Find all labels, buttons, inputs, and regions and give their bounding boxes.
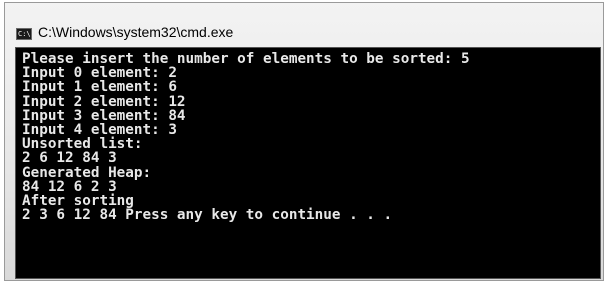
console-line: After sorting (22, 192, 134, 209)
window-title: C:\Windows\system32\cmd.exe (38, 24, 234, 40)
title-bar[interactable]: C:\ C:\Windows\system32\cmd.exe (5, 3, 603, 47)
cmd-icon[interactable]: C:\ (16, 28, 32, 40)
console-line: Input 2 element: 12 (22, 93, 186, 110)
console-line: 84 12 6 2 3 (22, 178, 117, 195)
cmd-window: C:\ C:\Windows\system32\cmd.exe Please i… (4, 2, 604, 281)
console-line: 2 6 12 84 3 (22, 150, 117, 167)
console-line: 2 3 6 12 84 Press any key to continue . … (22, 207, 393, 224)
console-line: Input 1 element: 6 (22, 79, 177, 96)
console-line: Please insert the number of elements to … (22, 51, 470, 67)
console-line: Input 4 element: 3 (22, 121, 177, 138)
console-line: Input 3 element: 84 (22, 107, 186, 124)
console-line: Input 0 element: 2 (22, 65, 177, 82)
console-output[interactable]: Please insert the number of elements to … (15, 47, 601, 279)
console-line: Generated Heap: (22, 164, 152, 181)
console-line: Unsorted list: (22, 136, 143, 153)
